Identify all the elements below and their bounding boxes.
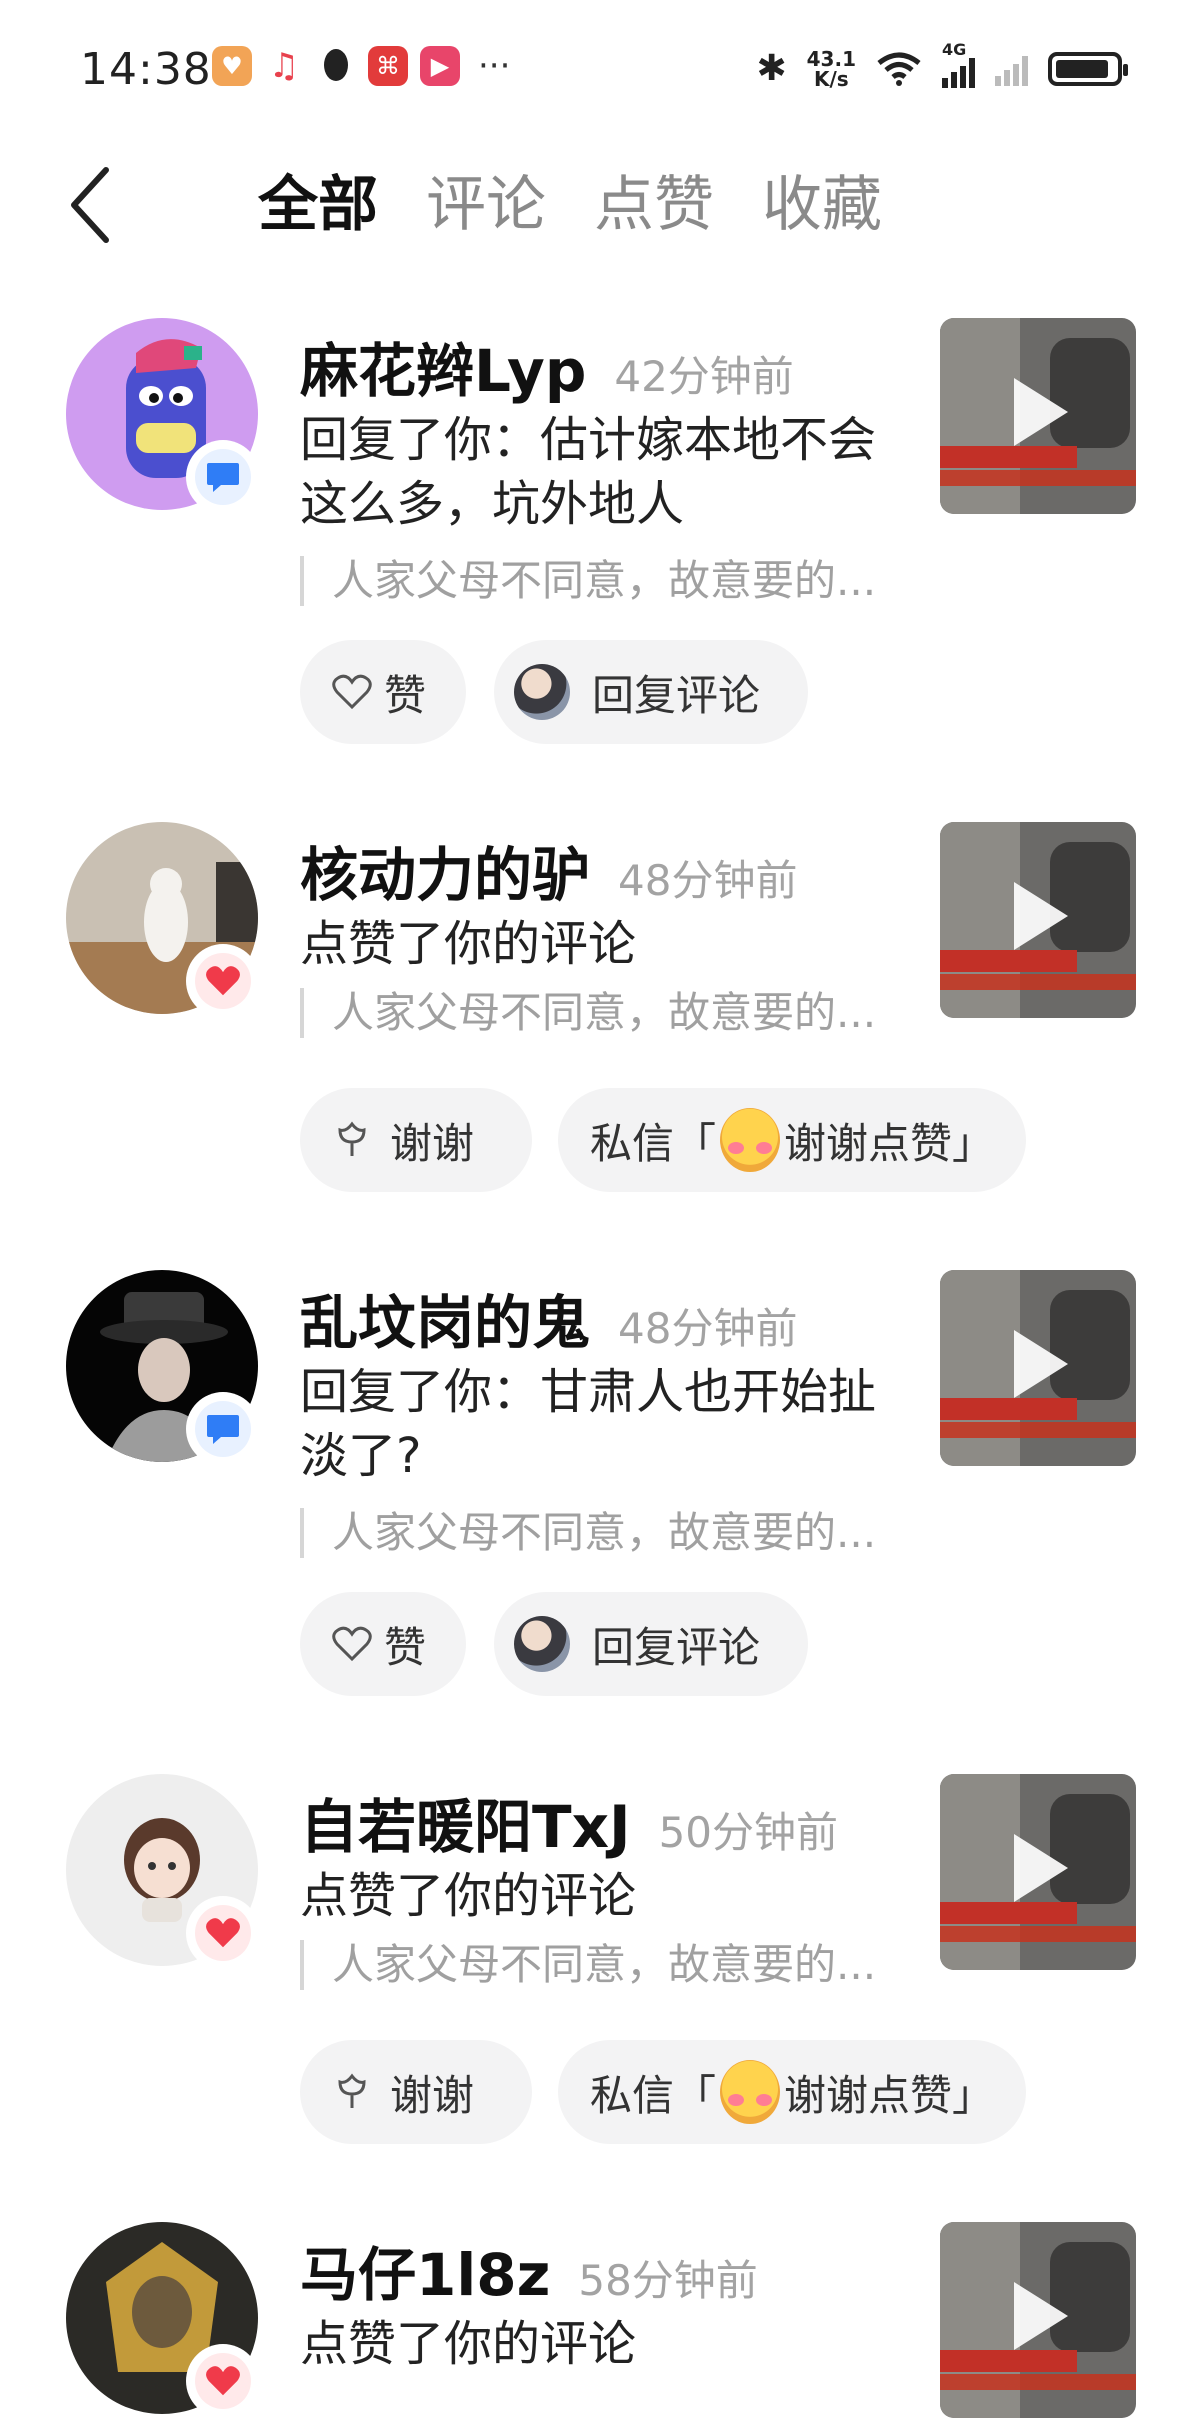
signal-sim2-icon (995, 52, 1028, 86)
status-time: 14:38 (80, 44, 212, 95)
flower-icon (338, 1121, 366, 1156)
action-text[interactable]: 回复了你：甘肃人也开始扯淡了? (300, 1360, 880, 1488)
user-name[interactable]: 核动力的驴 (300, 828, 590, 912)
action-text[interactable]: 点赞了你的评论 (300, 1864, 900, 1928)
thanks-button[interactable]: 谢谢 (300, 1088, 532, 1192)
name-row: 马仔1l8z 58分钟前 (300, 2228, 758, 2312)
signal-4g-icon: 4G (942, 40, 975, 88)
play-icon (1014, 2282, 1068, 2350)
reply-comment-button[interactable]: 回复评论 (494, 1592, 808, 1696)
user-name[interactable]: 自若暖阳TxJ (300, 1780, 631, 1864)
quoted-comment[interactable]: 人家父母不同意，故意要的... (300, 556, 876, 606)
bluetooth-icon: ✱ (756, 48, 787, 89)
dm-thanks-button[interactable]: 私信「 谢谢点赞」 (558, 2040, 1026, 2144)
mini-avatar (514, 1616, 570, 1672)
heart-icon (206, 2366, 240, 2396)
play-icon (1014, 378, 1068, 446)
status-right: ✱ 43.1 K/s 4G (756, 40, 1128, 91)
blush-emoji-icon (720, 1108, 780, 1172)
reply-badge (186, 440, 260, 514)
tab-all[interactable]: 全部 (258, 165, 378, 245)
quoted-comment[interactable]: 人家父母不同意，故意要的... (300, 988, 876, 1038)
reply-comment-button[interactable]: 回复评论 (494, 640, 808, 744)
name-row: 乱坟岗的鬼 48分钟前 (300, 1276, 797, 1360)
timestamp: 50分钟前 (658, 1808, 839, 1857)
timestamp: 58分钟前 (578, 2256, 758, 2305)
quoted-comment[interactable]: 人家父母不同意，故意要的... (300, 1940, 876, 1990)
play-icon (1014, 1330, 1068, 1398)
chat-bubble-icon (207, 463, 239, 492)
heart-icon (206, 1918, 240, 1948)
status-bar: 14:38 ♥ ♫ ⌘ ▶ ··· ✱ 43.1 K/s 4G (0, 0, 1200, 140)
heart-outline-icon (332, 674, 372, 710)
chat-bubble-icon (207, 1415, 239, 1444)
music-app-icon: ♫ (264, 46, 304, 86)
tab-comments[interactable]: 评论 (426, 165, 546, 245)
back-arrow-icon[interactable] (60, 160, 120, 250)
video-app-icon: ▶ (420, 46, 460, 86)
tab-likes[interactable]: 点赞 (594, 165, 714, 245)
play-icon (1014, 1834, 1068, 1902)
mini-avatar (514, 664, 570, 720)
timestamp: 42分钟前 (614, 352, 794, 401)
action-text[interactable]: 回复了你：估计嫁本地不会这么多，坑外地人 (300, 408, 880, 536)
like-button[interactable]: 赞 (300, 640, 466, 744)
video-thumbnail[interactable] (940, 2222, 1136, 2418)
timestamp: 48分钟前 (618, 1304, 798, 1353)
timestamp: 48分钟前 (618, 856, 798, 905)
quoted-comment[interactable]: 人家父母不同意，故意要的... (300, 1508, 876, 1558)
blush-emoji-icon (720, 2060, 780, 2124)
like-badge (186, 944, 260, 1018)
tab-bar: 全部 评论 点赞 收藏 (258, 165, 930, 245)
flower-icon (338, 2073, 366, 2108)
battery-icon (1048, 51, 1128, 86)
reply-badge (186, 1392, 260, 1466)
action-text[interactable]: 点赞了你的评论 (300, 912, 900, 976)
name-row: 自若暖阳TxJ 50分钟前 (300, 1780, 838, 1864)
action-text[interactable]: 点赞了你的评论 (300, 2312, 900, 2376)
like-badge (186, 2344, 260, 2418)
play-icon (1014, 882, 1068, 950)
shopping-app-icon: ⌘ (368, 46, 408, 86)
qq-app-icon (316, 46, 356, 86)
status-app-icons: ♥ ♫ ⌘ ▶ ··· (212, 46, 510, 86)
video-thumbnail[interactable] (940, 318, 1136, 514)
thanks-button[interactable]: 谢谢 (300, 2040, 532, 2144)
video-thumbnail[interactable] (940, 822, 1136, 1018)
dm-thanks-button[interactable]: 私信「 谢谢点赞」 (558, 1088, 1026, 1192)
more-dots-icon: ··· (478, 46, 511, 86)
network-speed: 43.1 K/s (806, 46, 856, 91)
video-thumbnail[interactable] (940, 1270, 1136, 1466)
name-row: 核动力的驴 48分钟前 (300, 828, 797, 912)
like-button[interactable]: 赞 (300, 1592, 466, 1696)
tab-favorites[interactable]: 收藏 (762, 165, 882, 245)
heart-icon (206, 966, 240, 996)
like-badge (186, 1896, 260, 1970)
wifi-icon (877, 52, 921, 86)
video-thumbnail[interactable] (940, 1774, 1136, 1970)
heart-outline-icon (332, 1626, 372, 1662)
name-row: 麻花辫Lyp 42分钟前 (300, 324, 794, 408)
user-name[interactable]: 乱坟岗的鬼 (300, 1276, 590, 1360)
user-name[interactable]: 麻花辫Lyp (300, 324, 586, 408)
heart-app-icon: ♥ (212, 46, 252, 86)
user-name[interactable]: 马仔1l8z (300, 2228, 550, 2312)
